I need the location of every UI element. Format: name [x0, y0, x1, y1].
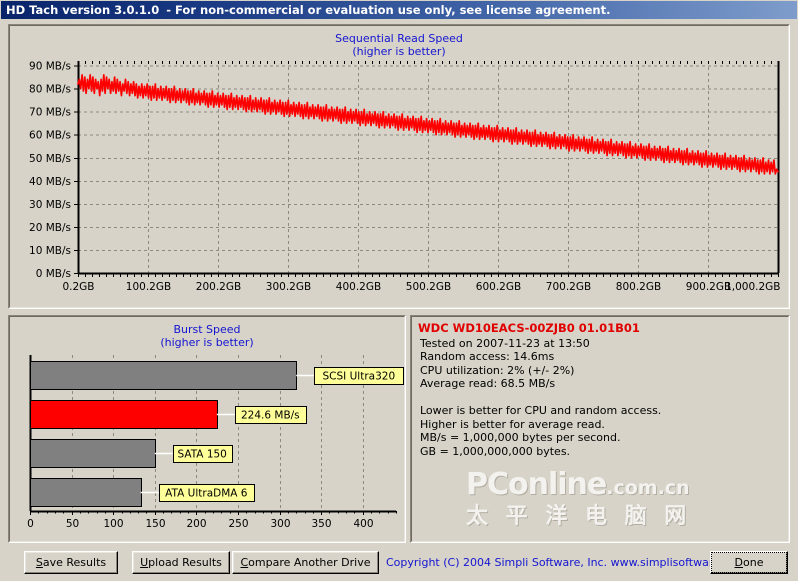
burst-x-tick-label: 400 [353, 518, 373, 530]
compare-label-rest: ompare Another Drive [248, 556, 371, 569]
sequential-x-tick-label: 200.2GB [196, 281, 241, 293]
burst-subtitle-text: (higher is better) [160, 336, 254, 349]
save-results-button[interactable]: Save Results [24, 551, 118, 574]
burst-callout-label: ATA UltraDMA 6 [165, 488, 248, 500]
upload-results-label: Upload Results [140, 556, 222, 569]
burst-bar [30, 478, 142, 507]
burst-x-tick-label: 350 [311, 518, 331, 530]
sequential-x-tick-label: 600.2GB [476, 281, 521, 293]
save-results-label: Save Results [36, 556, 106, 569]
sequential-x-tick-label: 0.2GB [62, 281, 94, 293]
hd-tach-window: HD Tach version 3.0.1.0 - For non-commer… [0, 0, 798, 581]
burst-x-tick-label: 200 [186, 518, 206, 530]
drive-info-text: WDC WD10EACS-00ZJB0 01.01B01 Tested on 2… [418, 321, 783, 458]
sequential-y-tick-label: 50 MB/s [29, 153, 71, 165]
burst-x-tick-label: 150 [145, 518, 165, 530]
burst-callout-label: 224.6 MB/s [241, 410, 300, 422]
sequential-y-tick-label: 10 MB/s [29, 245, 71, 257]
sequential-x-tick-label: 400.2GB [336, 281, 381, 293]
compare-label: Compare Another Drive [240, 556, 370, 569]
drive-model-name: WDC WD10EACS-00ZJB0 01.01B01 [418, 321, 640, 335]
done-accel-key: D [734, 556, 743, 569]
window-title-notice: - For non-commercial or evaluation use o… [166, 3, 611, 17]
burst-bar [30, 400, 218, 429]
note-lower-better: Lower is better for CPU and random acces… [420, 403, 662, 417]
sequential-x-tick-label: 800.2GB [616, 281, 661, 293]
sequential-chart-title: Sequential Read Speed (higher is better) [10, 32, 788, 58]
sequential-read-panel: Sequential Read Speed (higher is better)… [8, 24, 790, 309]
burst-bar [30, 361, 297, 390]
sequential-y-tick-label: 40 MB/s [29, 176, 71, 188]
burst-x-tick-label: 250 [228, 518, 248, 530]
burst-title-text: Burst Speed [173, 323, 241, 336]
cpu-utilization-line: CPU utilization: 2% (+/- 2%) [420, 363, 575, 377]
sequential-x-tick-label: 500.2GB [406, 281, 451, 293]
sequential-y-tick-label: 90 MB/s [29, 61, 71, 73]
burst-speed-panel-inner: Burst Speed (higher is better) 0 50 100 150… [9, 316, 405, 542]
sequential-x-tick-label: 100.2GB [126, 281, 171, 293]
save-label-rest: ave Results [42, 556, 107, 569]
compare-another-drive-button[interactable]: Compare Another Drive [232, 551, 379, 574]
save-accel-key: S [35, 556, 43, 569]
sequential-title-text: Sequential Read Speed [335, 32, 463, 45]
burst-callout-label: SCSI Ultra320 [323, 371, 396, 383]
done-label-rest: one [743, 556, 764, 569]
upload-results-button[interactable]: Upload Results [132, 551, 230, 574]
sequential-y-tick-label: 70 MB/s [29, 107, 71, 119]
window-titlebar: HD Tach version 3.0.1.0 - For non-commer… [1, 1, 797, 19]
sequential-y-tick-label: 60 MB/s [29, 130, 71, 142]
note-higher-better: Higher is better for average read. [420, 417, 605, 431]
sequential-y-tick-label: 80 MB/s [29, 84, 71, 96]
drive-info-panel-inner: WDC WD10EACS-00ZJB0 01.01B01 Tested on 2… [411, 316, 789, 542]
done-button[interactable]: Done [710, 551, 788, 574]
note-mbs-definition: MB/s = 1,000,000 bytes per second. [420, 431, 621, 445]
done-label: Done [735, 556, 764, 569]
done-focus-rect: Done [711, 552, 787, 573]
window-title-app: HD Tach version 3.0.1.0 [6, 3, 160, 17]
burst-speed-chart: 0 50 100 150 200 250 300 350 400 SCSI Ultra320 224… [27, 355, 404, 530]
drive-info-panel: WDC WD10EACS-00ZJB0 01.01B01 Tested on 2… [410, 315, 790, 543]
burst-bar [30, 439, 156, 468]
burst-speed-panel: Burst Speed (higher is better) 0 50 100 150… [8, 315, 406, 543]
sequential-subtitle-text: (higher is better) [352, 45, 446, 58]
burst-x-tick-label: 300 [270, 518, 290, 530]
sequential-x-tick-label: 1,000.2GB [725, 281, 780, 293]
sequential-y-tick-label: 20 MB/s [29, 222, 71, 234]
burst-x-tick-label: 100 [103, 518, 123, 530]
burst-chart-title: Burst Speed (higher is better) [10, 323, 404, 349]
average-read-line: Average read: 68.5 MB/s [420, 377, 556, 391]
upload-accel-key: U [140, 556, 149, 569]
burst-x-tick-label: 50 [66, 518, 79, 530]
tested-on-line: Tested on 2007-11-23 at 13:50 [420, 336, 590, 350]
sequential-y-tick-label: 0 MB/s [36, 268, 71, 280]
sequential-y-tick-label: 30 MB/s [29, 199, 71, 211]
sequential-read-chart: 0 MB/s 10 MB/s 20 MB/s 30 MB/s 40 MB/s 50 MB/… [29, 61, 780, 293]
upload-label-rest: pload Results [148, 556, 222, 569]
note-gb-definition: GB = 1,000,000,000 bytes. [420, 444, 571, 458]
burst-callout-label: SATA 150 [177, 449, 226, 461]
copyright-text: Copyright (C) 2004 Simpli Software, Inc.… [386, 556, 747, 569]
sequential-x-tick-label: 300.2GB [266, 281, 311, 293]
sequential-read-panel-inner: Sequential Read Speed (higher is better)… [9, 25, 789, 308]
burst-x-tick-label: 0 [27, 518, 34, 530]
random-access-line: Random access: 14.6ms [420, 350, 555, 364]
sequential-x-tick-label: 700.2GB [546, 281, 591, 293]
